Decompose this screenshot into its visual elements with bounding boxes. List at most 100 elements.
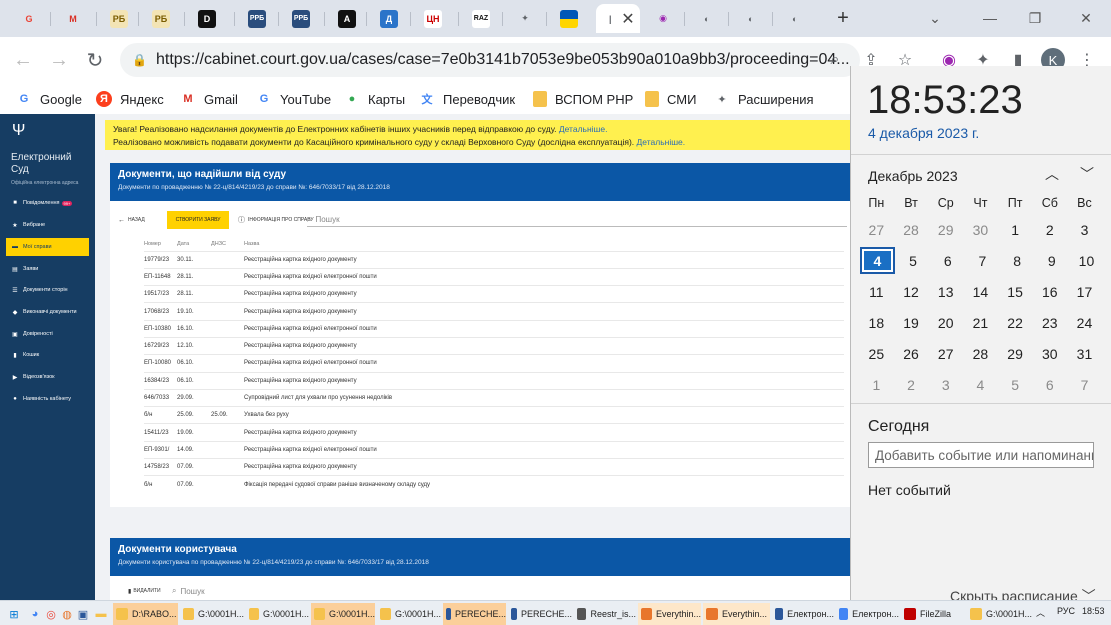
calendar-day[interactable]: 19 — [894, 307, 929, 338]
calendar-day[interactable]: 1 — [859, 369, 894, 400]
calendar-day[interactable]: 1 — [998, 214, 1033, 245]
calendar-day[interactable]: 22 — [998, 307, 1033, 338]
taskbar-task[interactable]: Електрон... — [772, 603, 834, 625]
calendar-day[interactable]: 20 — [928, 307, 963, 338]
table-row[interactable]: ЕП-9301/14.09. Реєстраційна картка вхідно… — [144, 440, 844, 459]
tab-active[interactable]: | ✕ — [596, 4, 640, 33]
docs-search-input[interactable]: ⌕ Пошук — [307, 213, 847, 227]
restore-icon[interactable]: ❐ — [1015, 4, 1055, 32]
calendar-day[interactable]: 15 — [998, 276, 1033, 307]
table-row[interactable]: 17068/23 19.10. Реєстраційна картка вхідно… — [144, 302, 844, 321]
taskbar-task[interactable]: Everythin... — [703, 603, 770, 625]
app-icon[interactable]: ▣ — [75, 606, 91, 622]
start-windows-icon[interactable]: ⊞ — [6, 606, 22, 622]
tab[interactable]: Д — [372, 4, 406, 33]
table-row[interactable]: 14758/23 07.09. Реєстраційна картка вхідно… — [144, 458, 844, 476]
table-row[interactable]: б/н 25.09. 25.09. Ухвала без руху — [144, 406, 844, 424]
clock-date-link[interactable]: 4 декабря 2023 г. — [868, 125, 979, 141]
bookmark-item[interactable]: ВСПОМ РНР — [533, 88, 633, 110]
sidebar-item[interactable]: ▬ Мої справи — [6, 238, 89, 256]
column-header[interactable]: ДНЗС — [211, 237, 244, 251]
tab[interactable]: D — [190, 4, 224, 33]
calendar-day[interactable]: 6 — [1032, 369, 1067, 400]
sidebar-item[interactable]: ▤ Заяви — [6, 260, 89, 278]
taskbar-task[interactable]: PERECHE... — [443, 603, 506, 625]
tab[interactable]: РРБ — [240, 4, 274, 33]
opera-icon[interactable]: ◎ — [43, 606, 59, 622]
tab[interactable]: M — [56, 4, 90, 33]
tab[interactable]: G — [12, 4, 46, 33]
tab[interactable]: РБ — [144, 4, 178, 33]
calendar-day[interactable]: 31 — [1067, 338, 1102, 369]
calendar-day[interactable]: 5 — [998, 369, 1033, 400]
chevron-up-icon[interactable]: ︿ — [1040, 164, 1064, 184]
tab[interactable]: RAZ — [464, 4, 498, 33]
calendar-day[interactable]: 30 — [1032, 338, 1067, 369]
calendar-day[interactable]: 7 — [1067, 369, 1102, 400]
bookmark-item[interactable]: M Gmail — [180, 88, 238, 110]
bookmark-item[interactable]: СМИ — [645, 88, 696, 110]
calendar-day[interactable]: 5 — [896, 245, 931, 276]
calendar-day[interactable]: 28 — [963, 338, 998, 369]
calendar-day[interactable]: 17 — [1067, 276, 1102, 307]
bookmark-item[interactable]: G Google — [16, 88, 82, 110]
calendar-day[interactable]: 25 — [859, 338, 894, 369]
calendar-day[interactable]: 24 — [1067, 307, 1102, 338]
minimize-icon[interactable]: — — [970, 4, 1010, 32]
calendar-day[interactable]: 23 — [1032, 307, 1067, 338]
taskbar-task[interactable]: G:\0001H... — [967, 603, 1033, 625]
taskbar-task[interactable]: FileZilla — [901, 603, 965, 625]
calendar-day[interactable]: 9 — [1034, 245, 1069, 276]
tray-clock[interactable]: 18:53 — [1082, 606, 1105, 616]
tab[interactable]: ✦ — [508, 4, 542, 33]
taskbar-task[interactable]: Everythin... — [638, 603, 701, 625]
back-button[interactable]: ← НАЗАД — [118, 211, 145, 229]
sidebar-item[interactable]: ☰ Документи сторін — [6, 281, 89, 299]
calendar-day[interactable]: 29 — [928, 214, 963, 245]
column-header[interactable]: Назва — [244, 237, 844, 251]
calendar-day[interactable]: 27 — [859, 214, 894, 245]
table-row[interactable]: ЕП-10080 06.10. Реєстраційна картка вхідно… — [144, 354, 844, 373]
bookmark-item[interactable]: 文 Переводчик — [419, 88, 516, 110]
table-row[interactable]: ЕП-11648 28.11. Реєстраційна картка вхідно… — [144, 267, 844, 286]
taskbar-task[interactable]: G:\0001H... — [246, 603, 309, 625]
firefox-icon[interactable]: ◍ — [59, 606, 75, 622]
calendar-day[interactable]: 3 — [1067, 214, 1102, 245]
sidebar-item[interactable]: ● Наявність кабінету — [6, 390, 89, 408]
taskbar-task[interactable]: G:\0001H... — [377, 603, 441, 625]
table-row[interactable]: 15411/23 19.09. Реєстраційна картка вхідно… — [144, 423, 844, 442]
sidebar-item[interactable]: ▶ Відеозв'язок — [6, 368, 89, 386]
close-window-icon[interactable]: ✕ — [1066, 4, 1106, 32]
tab[interactable]: ◉ — [646, 4, 680, 33]
address-bar[interactable]: 🔒 https://cabinet.court.gov.ua/cases/cas… — [120, 43, 860, 77]
calendar-day[interactable]: 6 — [930, 245, 965, 276]
sidebar-item[interactable]: ★ Вибране — [6, 216, 89, 234]
tab[interactable]: ◐ — [778, 4, 812, 33]
calendar-day[interactable]: 16 — [1032, 276, 1067, 307]
tab-search-icon[interactable]: ⌄ — [915, 4, 955, 32]
column-header[interactable]: Дата — [177, 237, 211, 251]
create-application-button[interactable]: СТВОРИТИ ЗАЯВУ — [167, 211, 229, 229]
tab[interactable]: ◐ — [690, 4, 724, 33]
table-row[interactable]: б/н 07.09. Фіксація передачі судової справ… — [144, 475, 844, 494]
table-row[interactable]: 19779/23 30.11. Реєстраційна картка вхідно… — [144, 250, 844, 269]
column-header[interactable]: Номер — [144, 237, 177, 251]
table-row[interactable]: 16384/23 06.10. Реєстраційна картка вхідно… — [144, 371, 844, 390]
add-event-input[interactable]: Добавить событие или напоминание — [868, 442, 1094, 468]
calendar-day-today[interactable]: 4 — [860, 247, 895, 274]
calendar-day[interactable]: 7 — [965, 245, 1000, 276]
calendar-day[interactable]: 10 — [1069, 245, 1104, 276]
taskbar-task[interactable]: D:\RABO... — [113, 603, 178, 625]
calendar-day[interactable]: 29 — [998, 338, 1033, 369]
calendar-day[interactable]: 8 — [1000, 245, 1035, 276]
tab[interactable]: РБ — [102, 4, 136, 33]
chevron-down-icon[interactable]: ﹀ — [1075, 164, 1099, 184]
back-icon[interactable]: ← — [8, 45, 38, 75]
tab[interactable]: ЦН — [416, 4, 450, 33]
zoom-icon[interactable]: ⌕ — [822, 47, 848, 73]
calendar-day[interactable]: 26 — [894, 338, 929, 369]
bookmark-item[interactable]: ✦ Расширения — [714, 88, 813, 110]
bookmark-item[interactable]: ● Карты — [344, 88, 405, 110]
table-row[interactable]: 16729/23 12.10. Реєстраційна картка вхідно… — [144, 336, 844, 355]
calendar-day[interactable]: 3 — [928, 369, 963, 400]
